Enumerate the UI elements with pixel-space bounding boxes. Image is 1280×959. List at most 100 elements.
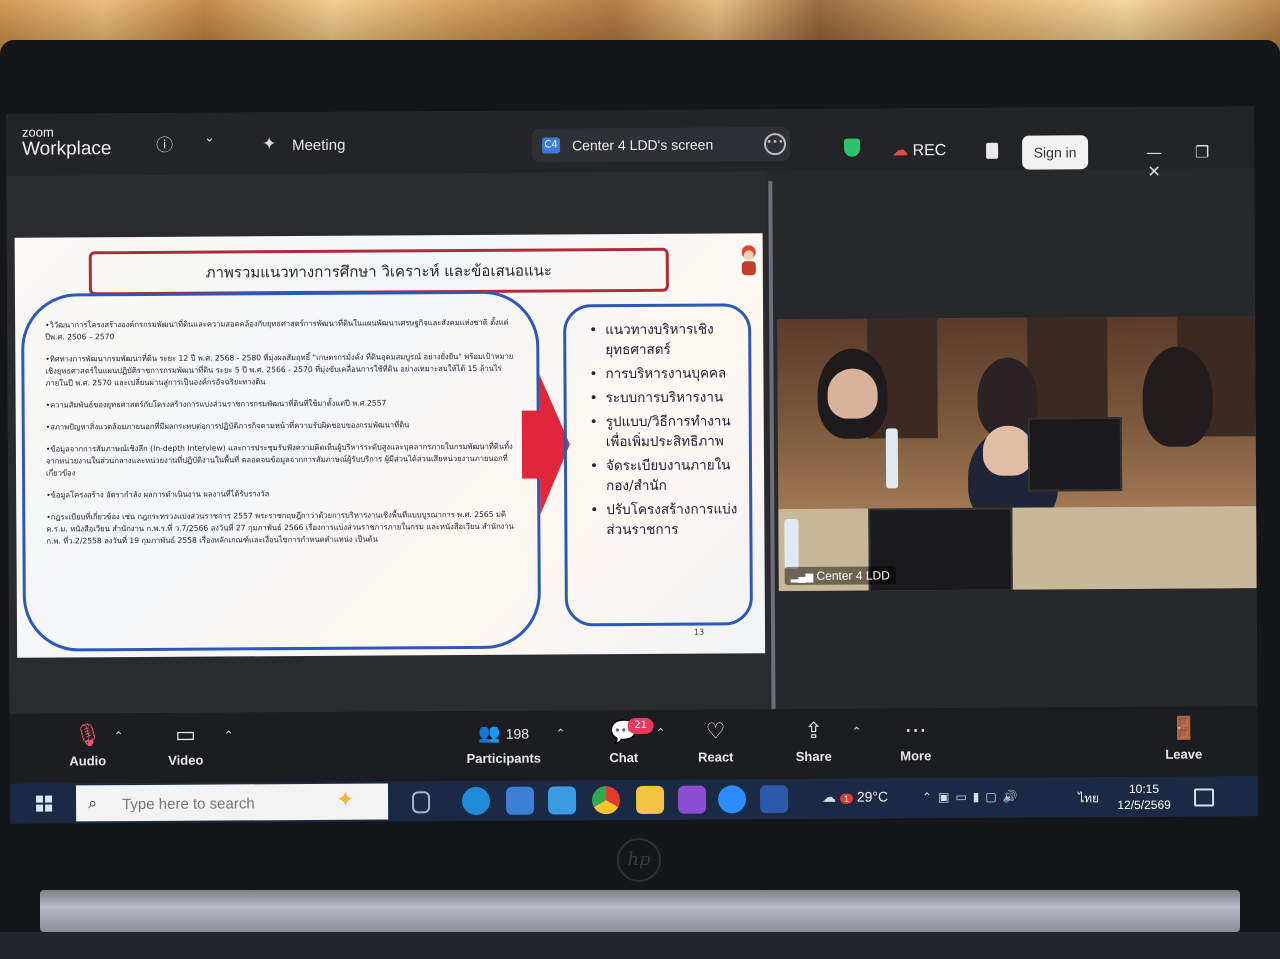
more-dots-icon: ⋯: [904, 717, 927, 743]
react-label: React: [698, 749, 734, 765]
close-icon[interactable]: ✕: [1130, 162, 1178, 181]
meeting-label[interactable]: Meeting: [292, 137, 345, 154]
zoom-title-bar: zoom Workplace ⓘ ⌄ ✦ Meeting C4 Center 4…: [5, 106, 1255, 181]
sparkle-icon: ✦: [335, 787, 355, 813]
left-item: •ข้อมูลจากการสัมภาษณ์เชิงลึก (In-depth I…: [45, 441, 513, 478]
right-item: แนวทางบริหารเชิงยุทธศาสตร์: [589, 319, 739, 360]
edge-browser-icon[interactable]: [461, 786, 491, 816]
audio-button[interactable]: 🎙 Audio: [58, 721, 118, 768]
taskbar-search-box[interactable]: ⌕ ✦: [75, 783, 389, 822]
share-label-toolbar: Share: [795, 748, 832, 765]
right-item: จัดระเบียบงานภายในกอง/สำนัก: [590, 455, 740, 496]
zoom-app-icon[interactable]: [717, 785, 747, 814]
file-explorer-icon[interactable]: [635, 785, 665, 814]
left-item: •ความสัมพันธ์ของยุทธศาสตร์กับโครงสร้างกา…: [45, 398, 387, 410]
share-caret-icon[interactable]: ⌃: [852, 725, 862, 739]
share-button[interactable]: ⇪ Share: [786, 717, 842, 764]
notification-center-icon[interactable]: [1193, 788, 1215, 807]
taskbar-clock[interactable]: 10:15 12/5/2569: [1114, 781, 1174, 813]
system-tray[interactable]: ⌃▣▭▮▢🔊: [922, 790, 1024, 805]
left-item: •วิวัฒนาการโครงสร้างองค์กรกรมพัฒนาที่ดิน…: [45, 317, 509, 342]
cloud-weather-icon: ☁: [821, 788, 837, 805]
right-item: การบริหารงานบุคคล: [589, 363, 739, 384]
phone-icon[interactable]: [986, 142, 999, 159]
task-view-icon[interactable]: [411, 791, 431, 814]
zoom-logo: zoom Workplace: [22, 125, 112, 161]
participant-name-label: ▂▄▆ Center 4 LDD: [784, 566, 896, 586]
participants-button[interactable]: 👥 198 Participants: [456, 718, 552, 766]
heart-icon: ♡: [705, 718, 726, 744]
volume-icon[interactable]: 🔊: [1003, 790, 1024, 804]
leave-door-icon: 🚪: [1169, 715, 1198, 741]
restore-icon[interactable]: ❐: [1178, 142, 1226, 161]
chat-label: Chat: [609, 749, 639, 766]
search-input[interactable]: [119, 791, 325, 816]
desk-monitor: [1027, 417, 1123, 492]
network-icon[interactable]: ▢: [985, 790, 1002, 804]
participant-video-tile[interactable]: ▂▄▆ Center 4 LDD: [777, 316, 1257, 592]
input-language[interactable]: ไทย: [1078, 789, 1099, 808]
react-button[interactable]: ♡ React: [690, 717, 742, 764]
right-content-list: แนวทางบริหารเชิงยุทธศาสตร์ การบริหารงานบ…: [589, 319, 740, 544]
audio-options-caret-icon[interactable]: ⌃: [114, 729, 124, 743]
window-controls: — ❐✕: [1130, 142, 1254, 181]
weather-widget[interactable]: ☁ 1 29°C: [822, 788, 888, 805]
mascot-icon: [741, 245, 756, 276]
slide-page-number: 13: [693, 627, 705, 637]
video-camera-icon: ▭: [175, 721, 197, 747]
participant-person: [1142, 346, 1213, 447]
water-bottle: [784, 518, 799, 570]
minimize-icon[interactable]: —: [1130, 143, 1178, 162]
tray-app-icon[interactable]: ▣: [938, 790, 955, 804]
screen-share-indicator[interactable]: C4 Center 4 LDD's screen •••: [531, 127, 791, 163]
video-options-caret-icon[interactable]: ⌃: [224, 728, 234, 742]
left-item: •กฎระเบียบที่เกี่ยวข้อง เช่น กฎกระทรวงแบ…: [46, 509, 514, 546]
video-label: Video: [168, 752, 204, 768]
recording-indicator[interactable]: ☁ REC: [892, 140, 946, 160]
right-item: ปรับโครงสร้างการแบ่งส่วนราชการ: [590, 499, 740, 540]
info-icon[interactable]: ⓘ: [156, 131, 173, 156]
right-item: รูปแบบ/วิธีการทำงานเพื่อเพิ่มประสิทธิภาพ: [590, 411, 740, 452]
clock-date: 12/5/2569: [1117, 797, 1171, 813]
share-label: Center 4 LDD's screen: [571, 136, 714, 154]
zoom-logo-large: Workplace: [21, 138, 112, 160]
presentation-slide: ภาพรวมแนวทางการศึกษา วิเคราะห์ และข้อเสน…: [14, 233, 766, 658]
participants-count: 198: [505, 725, 530, 742]
weather-alert-badge: 1: [839, 793, 853, 804]
more-options-icon[interactable]: •••: [763, 133, 787, 156]
windows-start-icon[interactable]: [36, 795, 53, 812]
mail-icon[interactable]: [547, 786, 577, 815]
pdf-app-icon[interactable]: [677, 785, 707, 814]
people-icon: 👥: [478, 722, 501, 743]
windows-taskbar: ⌕ ✦ ☁ 1 29°C ⌃▣▭▮▢🔊 ไทย 10:15 12/5/2569: [9, 776, 1259, 824]
right-item: ระบบการบริหารงาน: [590, 387, 740, 408]
word-icon[interactable]: [759, 785, 789, 814]
panel-divider[interactable]: [768, 181, 776, 722]
battery-icon[interactable]: ▭: [955, 790, 972, 804]
chevron-down-icon[interactable]: ⌄: [204, 131, 215, 146]
hp-logo: hp: [617, 838, 661, 882]
usb-icon[interactable]: ▮: [973, 790, 986, 804]
leave-label: Leave: [1165, 746, 1203, 762]
participants-label: Participants: [466, 750, 542, 767]
video-button[interactable]: ▭ Video: [156, 721, 216, 768]
chat-unread-badge: 21: [627, 717, 654, 735]
participants-caret-icon[interactable]: ⌃: [556, 726, 566, 740]
participant-face: [827, 368, 878, 419]
left-content-list: •วิวัฒนาการโครงสร้างองค์กรกรมพัฒนาที่ดิน…: [45, 317, 516, 558]
store-icon[interactable]: [505, 786, 535, 815]
show-hidden-icons-icon[interactable]: ⌃: [922, 790, 938, 804]
security-shield-icon[interactable]: [844, 138, 861, 157]
sign-in-button[interactable]: Sign in: [1021, 135, 1089, 170]
water-bottle: [885, 428, 899, 489]
more-button[interactable]: ⋯ More: [888, 716, 944, 763]
leave-button[interactable]: 🚪 Leave: [1156, 714, 1212, 762]
chat-caret-icon[interactable]: ⌃: [656, 726, 666, 740]
more-label: More: [900, 748, 932, 764]
paw-icon: ✦: [261, 134, 277, 155]
laptop-screen: zoom Workplace ⓘ ⌄ ✦ Meeting C4 Center 4…: [5, 106, 1259, 824]
chrome-icon[interactable]: [591, 786, 621, 815]
cloud-record-icon: ☁: [892, 142, 909, 160]
signal-bars-icon: ▂▄▆: [790, 571, 814, 584]
participants-icon: 👥 198: [456, 718, 552, 749]
